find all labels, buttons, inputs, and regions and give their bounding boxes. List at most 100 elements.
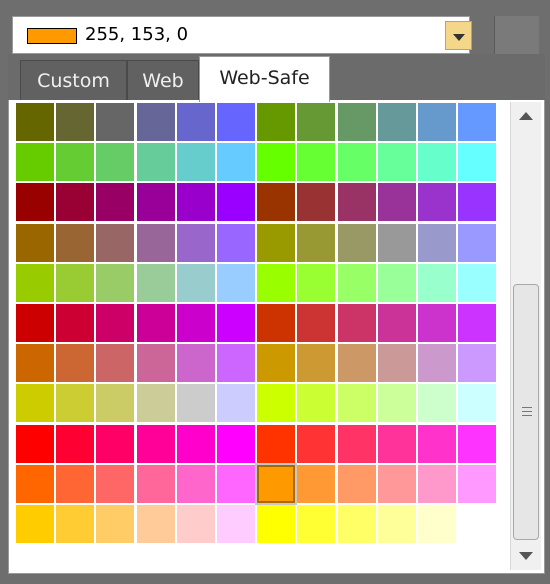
color-cell[interactable]: [217, 464, 255, 503]
color-cell[interactable]: [136, 183, 175, 222]
color-cell[interactable]: [337, 263, 376, 302]
color-cell[interactable]: [176, 505, 215, 543]
color-cell[interactable]: [255, 462, 298, 505]
color-cell[interactable]: [16, 505, 54, 543]
color-cell[interactable]: [96, 505, 135, 543]
color-cell[interactable]: [377, 263, 416, 302]
color-cell[interactable]: [176, 103, 215, 141]
color-cell[interactable]: [217, 424, 255, 463]
color-cell[interactable]: [377, 183, 416, 222]
color-cell[interactable]: [176, 384, 215, 423]
color-cell[interactable]: [56, 103, 95, 141]
color-cell[interactable]: [96, 464, 135, 503]
color-cell[interactable]: [176, 424, 215, 463]
color-cell[interactable]: [458, 344, 497, 383]
color-cell[interactable]: [257, 384, 296, 423]
color-cell[interactable]: [96, 424, 135, 463]
color-cell[interactable]: [136, 384, 175, 423]
tab-custom[interactable]: Custom: [20, 60, 127, 100]
color-cell[interactable]: [377, 344, 416, 383]
color-cell[interactable]: [257, 183, 296, 222]
color-cell[interactable]: [377, 424, 416, 463]
color-cell[interactable]: [418, 304, 456, 342]
color-cell[interactable]: [337, 223, 376, 262]
color-cell[interactable]: [56, 304, 95, 342]
color-cell[interactable]: [56, 384, 95, 423]
color-cell[interactable]: [458, 424, 497, 463]
color-cell[interactable]: [16, 464, 54, 503]
color-cell[interactable]: [96, 304, 135, 342]
color-cell[interactable]: [96, 223, 135, 262]
color-cell[interactable]: [297, 344, 336, 383]
color-cell[interactable]: [56, 424, 95, 463]
color-cell[interactable]: [418, 424, 456, 463]
color-cell[interactable]: [136, 263, 175, 302]
color-cell[interactable]: [377, 223, 416, 262]
color-cell[interactable]: [136, 223, 175, 262]
color-cell[interactable]: [257, 103, 296, 141]
color-cell[interactable]: [136, 103, 175, 141]
color-cell[interactable]: [136, 304, 175, 342]
color-cell[interactable]: [297, 223, 336, 262]
color-cell[interactable]: [96, 263, 135, 302]
color-cell[interactable]: [377, 384, 416, 423]
color-cell[interactable]: [337, 464, 376, 503]
color-cell[interactable]: [136, 505, 175, 543]
color-cell[interactable]: [217, 344, 255, 383]
color-cell[interactable]: [217, 183, 255, 222]
color-cell[interactable]: [297, 304, 336, 342]
color-cell[interactable]: [418, 344, 456, 383]
color-cell[interactable]: [337, 424, 376, 463]
color-cell[interactable]: [257, 304, 296, 342]
color-cell[interactable]: [16, 223, 54, 262]
color-cell[interactable]: [458, 103, 497, 141]
color-cell[interactable]: [337, 143, 376, 182]
color-cell[interactable]: [297, 183, 336, 222]
color-cell[interactable]: [16, 183, 54, 222]
color-cell[interactable]: [217, 505, 255, 543]
color-cell[interactable]: [136, 344, 175, 383]
color-cell[interactable]: [418, 183, 456, 222]
color-cell[interactable]: [217, 103, 255, 141]
color-cell[interactable]: [16, 143, 54, 182]
color-cell[interactable]: [176, 344, 215, 383]
color-cell[interactable]: [176, 223, 215, 262]
scroll-up-button[interactable]: [511, 102, 541, 130]
color-combo-box[interactable]: 255, 153, 0: [12, 16, 472, 54]
color-cell[interactable]: [257, 424, 296, 463]
scroll-down-button[interactable]: [511, 542, 541, 570]
color-cell[interactable]: [176, 183, 215, 222]
color-cell[interactable]: [297, 384, 336, 423]
color-cell[interactable]: [176, 464, 215, 503]
color-cell[interactable]: [458, 304, 497, 342]
color-cell[interactable]: [297, 263, 336, 302]
color-cell[interactable]: [337, 344, 376, 383]
color-cell[interactable]: [418, 143, 456, 182]
color-cell[interactable]: [56, 344, 95, 383]
color-cell[interactable]: [217, 223, 255, 262]
color-cell[interactable]: [176, 304, 215, 342]
color-cell[interactable]: [96, 384, 135, 423]
color-cell[interactable]: [217, 263, 255, 302]
color-cell[interactable]: [217, 304, 255, 342]
color-cell[interactable]: [377, 505, 416, 543]
color-cell[interactable]: [56, 464, 95, 503]
color-cell[interactable]: [418, 384, 456, 423]
scroll-thumb[interactable]: [513, 284, 539, 540]
color-cell[interactable]: [377, 464, 416, 503]
color-cell[interactable]: [96, 183, 135, 222]
tab-web-safe[interactable]: Web-Safe: [199, 56, 330, 102]
color-cell[interactable]: [136, 143, 175, 182]
color-cell[interactable]: [136, 424, 175, 463]
color-cell[interactable]: [257, 143, 296, 182]
color-cell[interactable]: [217, 143, 255, 182]
dropdown-button[interactable]: [445, 21, 472, 50]
color-cell[interactable]: [418, 464, 456, 503]
color-cell[interactable]: [56, 223, 95, 262]
color-cell[interactable]: [458, 223, 497, 262]
vertical-scrollbar[interactable]: [510, 102, 541, 570]
color-cell[interactable]: [377, 103, 416, 141]
tab-web[interactable]: Web: [127, 60, 199, 100]
color-cell[interactable]: [297, 143, 336, 182]
color-cell[interactable]: [217, 384, 255, 423]
